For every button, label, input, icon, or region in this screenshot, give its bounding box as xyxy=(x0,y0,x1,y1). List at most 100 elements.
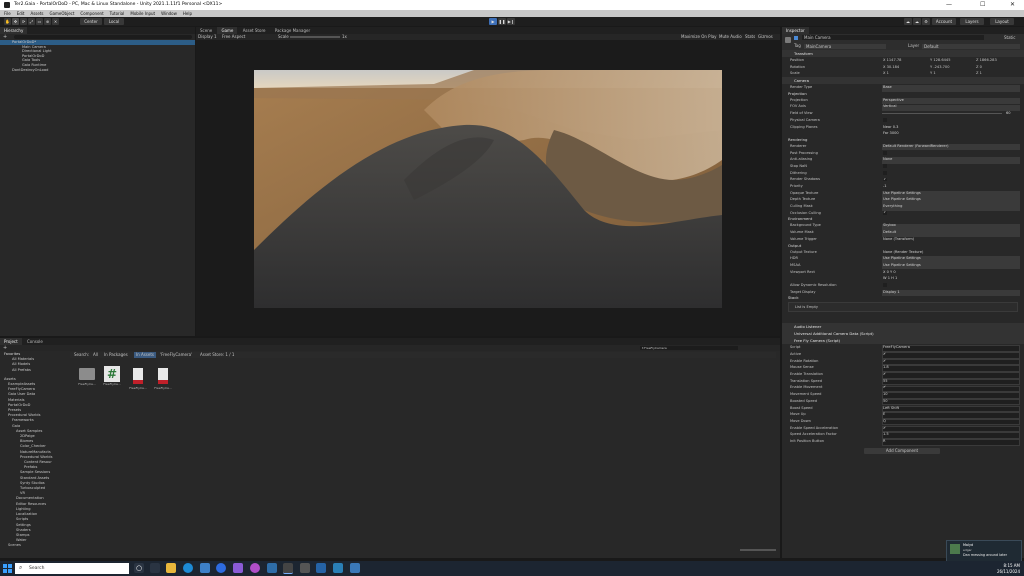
tab-inspector[interactable]: Inspector xyxy=(782,27,809,34)
widgets-icon[interactable] xyxy=(150,563,160,573)
freefly-row-value[interactable]: FreeFlyCamera xyxy=(883,344,910,351)
camera-row-value[interactable]: Far 3000 xyxy=(883,130,899,137)
scale-y[interactable]: Y 1 xyxy=(930,70,936,77)
fov-slider[interactable] xyxy=(882,113,1002,115)
unity-taskbar-icon[interactable] xyxy=(283,563,293,574)
game-render-viewport[interactable] xyxy=(254,70,722,308)
tab-hierarchy[interactable]: Hierarchy xyxy=(0,27,28,34)
freefly-row-value[interactable]: 55 xyxy=(883,378,888,385)
menu-assets[interactable]: Assets xyxy=(30,10,43,17)
layers-dropdown[interactable]: Layers xyxy=(960,18,984,25)
tab-console[interactable]: Console xyxy=(23,338,47,345)
app-icon[interactable] xyxy=(250,563,260,573)
maximize-button[interactable]: ☐ xyxy=(980,1,985,8)
camera-row-value[interactable]: Vertical xyxy=(883,103,896,110)
project-search-input[interactable]: t:FreeFlyCamera xyxy=(640,346,738,350)
static-toggle[interactable]: Static xyxy=(1004,35,1015,40)
minimize-button[interactable]: — xyxy=(946,1,952,8)
freefly-row-value[interactable]: ✔ xyxy=(883,371,886,378)
settings-icon[interactable]: ⚙ xyxy=(922,18,930,25)
notification-toast[interactable]: Malyd edgar Dan messing around later xyxy=(946,540,1022,562)
object-name-field[interactable]: Main Camera xyxy=(802,35,984,40)
filter-freefly[interactable]: 'FreeFlyCamera' xyxy=(160,352,192,358)
scale-tool-icon[interactable]: ⤢ xyxy=(28,18,35,25)
rotate-tool-icon[interactable]: ⟳ xyxy=(20,18,27,25)
taskbar-date[interactable]: 26/11/2024 xyxy=(986,569,1020,574)
steam-icon[interactable] xyxy=(267,563,277,573)
camera-row-value[interactable]: None (Render Texture) xyxy=(883,249,923,256)
tab-scene[interactable]: Scene xyxy=(196,27,216,34)
filter-all[interactable]: All xyxy=(93,352,98,358)
tab-asset-store[interactable]: Asset Store xyxy=(239,27,270,34)
camera-row-value[interactable]: None (Transform) xyxy=(883,236,914,243)
pivot-center-toggle[interactable]: Center xyxy=(80,18,102,25)
rotation-x[interactable]: X 30.184 xyxy=(883,64,899,71)
hand-tool-icon[interactable]: ✋ xyxy=(4,18,11,25)
tab-game[interactable]: Game xyxy=(217,27,238,34)
display-dropdown[interactable]: Display 1 xyxy=(198,34,217,40)
camera-row-value[interactable]: None xyxy=(883,156,892,163)
app3-icon[interactable] xyxy=(350,563,360,573)
freefly-row-value[interactable]: E xyxy=(883,411,885,418)
audio-listener-header[interactable]: Audio Listener xyxy=(782,323,1024,331)
camera-row-value[interactable]: 60 xyxy=(1006,110,1011,117)
taskbar-search-box[interactable]: ⌕ Search xyxy=(15,563,129,574)
mute-audio-toggle[interactable]: Mute Audio xyxy=(719,34,742,40)
freefly-row-value[interactable]: Left Shift xyxy=(883,405,899,412)
filter-in-packages[interactable]: In Packages xyxy=(104,352,128,358)
freefly-row-value[interactable]: 1.5 xyxy=(883,431,889,438)
camera-row-value[interactable]: -1 xyxy=(883,183,887,190)
scale-slider[interactable] xyxy=(290,36,340,38)
chrome-icon[interactable] xyxy=(216,563,226,573)
menu-file[interactable]: File xyxy=(4,10,11,17)
freefly-row-value[interactable]: 50 xyxy=(883,398,888,405)
transform-header[interactable]: Transform xyxy=(782,50,1024,57)
file-explorer-icon[interactable] xyxy=(166,563,176,573)
camera-row-checkbox[interactable] xyxy=(883,118,887,122)
windows-start-icon[interactable] xyxy=(3,564,12,573)
cloud-icon[interactable]: ☁ xyxy=(913,18,921,25)
camera-row-value[interactable]: Near 0.3 xyxy=(883,124,898,131)
menu-gameobject[interactable]: GameObject xyxy=(49,10,74,17)
menu-mobile-input[interactable]: Mobile Input xyxy=(130,10,155,17)
stats-toggle[interactable]: Stats xyxy=(745,34,755,40)
camera-row-value[interactable]: Use Pipeline Settings xyxy=(883,255,921,262)
store-icon[interactable] xyxy=(200,563,210,573)
gizmos-toggle[interactable]: Gizmos xyxy=(758,34,773,40)
urp-camera-data-header[interactable]: Universal Additional Camera Data (Script… xyxy=(782,330,1024,338)
layer-dropdown[interactable]: Default xyxy=(922,43,1020,49)
camera-row-checkbox[interactable]: ✔ xyxy=(883,177,887,182)
camera-header[interactable]: Camera xyxy=(782,77,1024,85)
visual-studio-icon[interactable] xyxy=(233,563,243,573)
maximize-on-play-toggle[interactable]: Maximize On Play xyxy=(681,34,717,40)
position-z[interactable]: Z 1866.283 xyxy=(976,57,997,64)
camera-row-checkbox[interactable] xyxy=(883,171,887,175)
app2-icon[interactable] xyxy=(333,563,343,573)
project-tree-item[interactable]: Scenes xyxy=(4,543,68,548)
camera-row-value[interactable]: Display 1 xyxy=(883,289,900,296)
collab-icon[interactable]: ☁ xyxy=(904,18,912,25)
camera-row-value[interactable]: Use Pipeline Settings xyxy=(883,190,921,197)
camera-row-value[interactable]: Everything xyxy=(883,203,902,210)
camera-row-value[interactable]: Perspective xyxy=(883,97,904,104)
position-y[interactable]: Y 128.6445 xyxy=(930,57,951,64)
camera-row-value[interactable]: Default Renderer (ForwardRenderer) xyxy=(883,143,948,150)
hierarchy-search-input[interactable] xyxy=(14,35,192,39)
camera-row-checkbox[interactable] xyxy=(883,151,887,155)
active-checkbox[interactable] xyxy=(794,36,798,40)
taskbar-time[interactable]: 8:15 AM xyxy=(986,563,1020,568)
menu-edit[interactable]: Edit xyxy=(17,10,25,17)
move-tool-icon[interactable]: ✥ xyxy=(12,18,19,25)
menu-window[interactable]: Window xyxy=(161,10,177,17)
tag-dropdown[interactable]: MainCamera xyxy=(804,43,886,49)
freefly-row-value[interactable]: ✔ xyxy=(883,358,886,365)
add-component-button[interactable]: Add Component xyxy=(864,447,940,454)
menu-tutorial[interactable]: Tutorial xyxy=(110,10,125,17)
task-view-icon[interactable]: ○ xyxy=(134,563,144,573)
asset-folder[interactable]: FreeFlyCa... xyxy=(76,366,98,386)
freefly-row-value[interactable]: 10 xyxy=(883,391,888,398)
asset-script[interactable]: # FreeFlyCa... xyxy=(101,366,123,386)
add-icon[interactable]: + xyxy=(3,34,7,40)
project-add-icon[interactable]: + xyxy=(3,345,7,351)
rotation-z[interactable]: Z 0 xyxy=(976,64,982,71)
